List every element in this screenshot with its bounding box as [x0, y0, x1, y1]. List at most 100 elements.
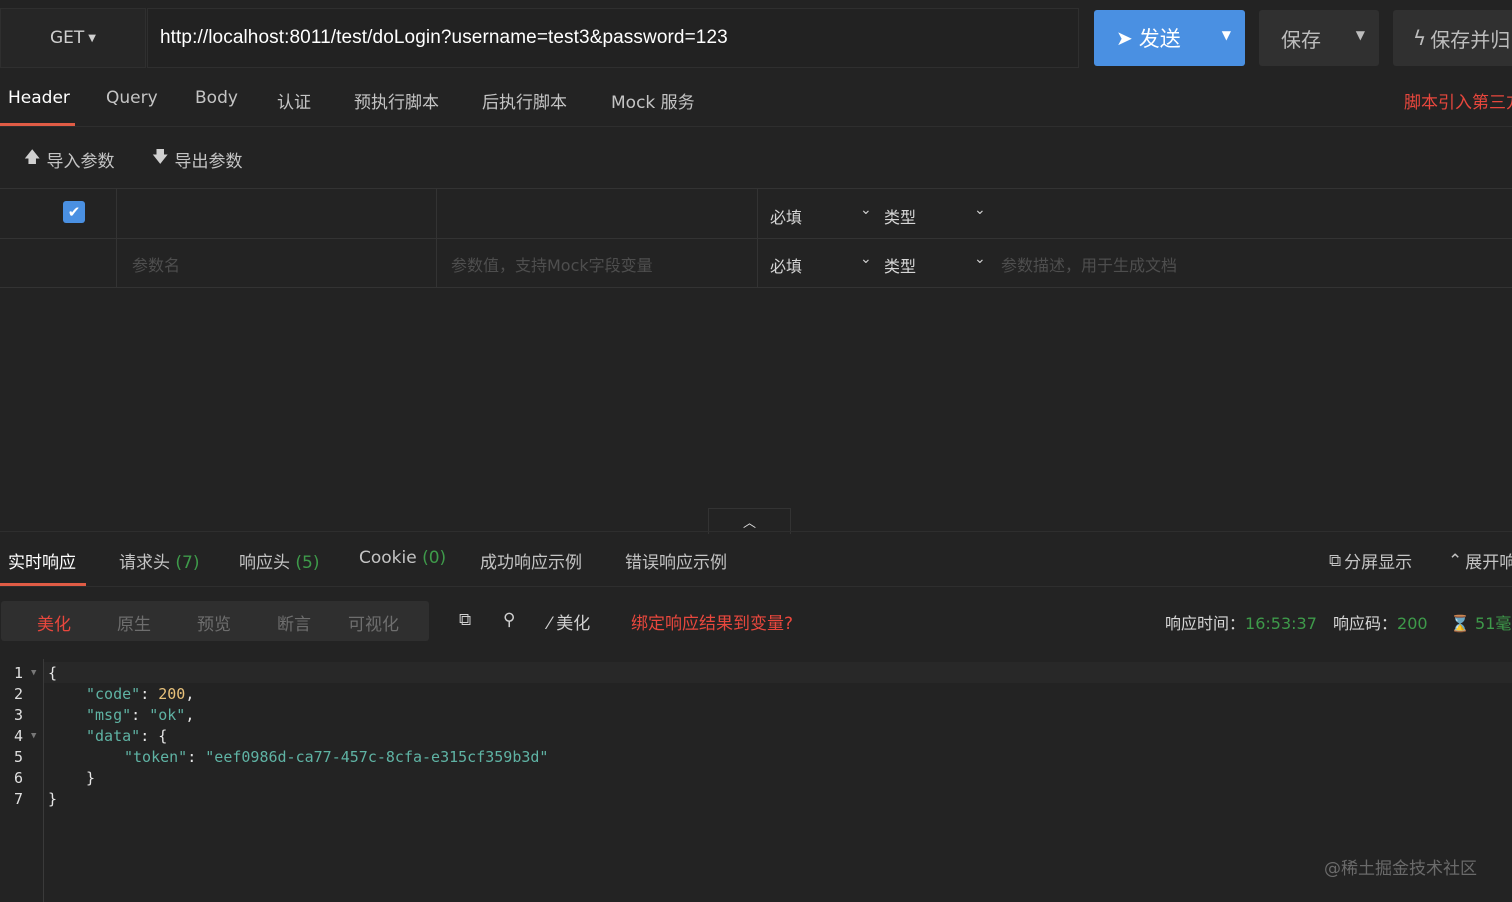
tab-response-headers[interactable]: 响应头 (5)	[239, 548, 320, 573]
code-line: "msg": "ok",	[86, 706, 195, 724]
enable-cell: ✔	[0, 189, 117, 238]
bind-to-variable-link[interactable]: 绑定响应结果到变量?	[631, 609, 793, 634]
tab-cookie[interactable]: Cookie (0)	[359, 548, 446, 568]
response-editor[interactable]: 1 ▼ 2 3 4 ▼ 5 6 7 { "code": 200, "msg": …	[0, 659, 1512, 902]
url-bar: GET ▼ http://localhost:8011/test/doLogin…	[0, 0, 1512, 75]
chevron-down-icon[interactable]: ⌄	[974, 251, 986, 267]
fold-arrow-icon[interactable]: ▼	[31, 731, 36, 741]
save-button[interactable]: 保存 ▼	[1259, 10, 1379, 66]
save-and-return-button[interactable]: ϟ 保存并归	[1393, 10, 1512, 66]
double-chevron-up-icon: ⌃	[1448, 550, 1463, 571]
split-screen-icon: ⧉	[1329, 550, 1342, 571]
json-string: "eef0986d-ca77-457c-8cfa-e315cf359b3d"	[205, 748, 549, 766]
param-value-placeholder: 参数值，支持Mock字段变量	[451, 256, 653, 275]
time-label: 响应时间：	[1165, 614, 1246, 633]
send-dropdown-icon[interactable]: ▼	[1222, 28, 1231, 42]
arrow-up-icon: 🡅	[24, 147, 41, 166]
caret-down-icon: ▼	[88, 32, 96, 44]
tab-mock[interactable]: Mock 服务	[611, 88, 695, 113]
time-value: 16:53:37	[1245, 614, 1317, 633]
line-number: 7	[14, 790, 24, 808]
hourglass-icon: ⌛	[1450, 614, 1470, 633]
bolt-icon: ϟ	[1413, 26, 1427, 50]
table-row: ✔ 必填 ⌄ 类型 ⌄	[0, 189, 1512, 239]
view-beautify[interactable]: 美化	[37, 610, 71, 635]
split-view-button[interactable]: ⧉ 分屏显示	[1329, 548, 1413, 574]
tab-query[interactable]: Query	[106, 88, 158, 108]
param-name-placeholder: 参数名	[132, 256, 181, 275]
json-key: "msg"	[86, 706, 132, 724]
view-preview[interactable]: 预览	[197, 610, 231, 635]
tab-pre-script[interactable]: 预执行脚本	[354, 88, 439, 113]
tab-error-example[interactable]: 错误响应示例	[625, 548, 727, 573]
param-name-input[interactable]	[117, 189, 437, 238]
tab-label: Cookie	[359, 548, 417, 568]
view-raw[interactable]: 原生	[117, 610, 151, 635]
line-number: 3	[14, 706, 24, 724]
arrow-down-icon: 🡇	[152, 147, 169, 166]
chevron-up-icon: ︿	[742, 516, 756, 531]
param-name-input[interactable]: 参数名	[117, 238, 437, 287]
tab-request-headers[interactable]: 请求头 (7)	[119, 548, 200, 573]
watermark: @稀土掘金技术社区	[1324, 859, 1477, 879]
code-line: }	[86, 769, 96, 787]
send-icon: ➤	[1116, 26, 1133, 50]
tab-success-example[interactable]: 成功响应示例	[480, 548, 582, 573]
export-label: 导出参数	[174, 152, 243, 172]
fold-arrow-icon[interactable]: ▼	[31, 668, 36, 678]
count-badge: (0)	[422, 548, 447, 568]
script-import-link[interactable]: 脚本引入第三方	[1404, 88, 1512, 113]
line-number: 1	[14, 664, 24, 682]
view-assert[interactable]: 断言	[277, 610, 311, 635]
send-label: 发送	[1138, 27, 1181, 51]
params-actions: 🡅 导入参数 🡇 导出参数	[0, 128, 1512, 188]
save-dropdown-icon[interactable]: ▼	[1356, 28, 1365, 42]
search-icon[interactable]: ⚲	[503, 610, 515, 630]
method-select[interactable]: GET ▼	[0, 8, 146, 68]
send-button[interactable]: ➤ 发送 ▼	[1094, 10, 1245, 66]
json-string: "ok"	[149, 706, 186, 724]
param-desc-input[interactable]: 参数描述，用于生成文档	[1001, 252, 1177, 276]
code-line: {	[48, 664, 58, 682]
import-label: 导入参数	[46, 152, 115, 172]
split-label: 分屏显示	[1344, 553, 1413, 573]
code-line: }	[48, 790, 58, 808]
count-badge: (5)	[295, 553, 320, 573]
export-params-button[interactable]: 🡇 导出参数	[152, 146, 242, 173]
tab-header[interactable]: Header	[8, 88, 70, 108]
line-number: 4	[14, 727, 24, 745]
tab-post-script[interactable]: 后执行脚本	[482, 88, 567, 113]
import-params-button[interactable]: 🡅 导入参数	[24, 146, 114, 173]
tab-live-response[interactable]: 实时响应	[8, 548, 76, 573]
enable-checkbox[interactable]: ✔	[63, 201, 85, 223]
view-visualize[interactable]: 可视化	[348, 610, 399, 635]
tab-label: 成功响应示例	[480, 553, 582, 573]
beautify-button[interactable]: ⁄ 美化	[548, 609, 590, 634]
type-select[interactable]: 类型	[884, 204, 916, 228]
required-select[interactable]: 必填	[770, 253, 802, 277]
json-key: "data"	[86, 727, 141, 745]
chevron-down-icon[interactable]: ⌄	[860, 202, 872, 218]
chevron-down-icon[interactable]: ⌄	[974, 202, 986, 218]
copy-icon[interactable]: ⧉	[459, 610, 471, 630]
line-number: 5	[14, 748, 24, 766]
response-tabs: 实时响应 请求头 (7) 响应头 (5) Cookie (0) 成功响应示例 错…	[0, 531, 1512, 587]
required-select[interactable]: 必填	[770, 204, 802, 228]
view-mode-switch: 美化 原生 预览 断言 可视化	[1, 601, 429, 641]
param-value-input[interactable]: 参数值，支持Mock字段变量	[437, 238, 758, 287]
expand-response-button[interactable]: ⌃ 展开响	[1448, 548, 1512, 574]
duration: ⌛ 51毫	[1450, 610, 1511, 634]
url-input[interactable]: http://localhost:8011/test/doLogin?usern…	[147, 8, 1079, 68]
chevron-down-icon[interactable]: ⌄	[860, 251, 872, 267]
save-return-label: 保存并归	[1430, 27, 1511, 52]
table-row: 参数名 参数值，支持Mock字段变量 必填 ⌄ 类型 ⌄ 参数描述，用于生成文档	[0, 238, 1512, 288]
param-value-input[interactable]	[437, 189, 758, 238]
tab-body[interactable]: Body	[195, 88, 238, 108]
json-key: "token"	[124, 748, 188, 766]
tab-auth[interactable]: 认证	[277, 88, 311, 113]
active-tab-indicator	[0, 123, 75, 126]
type-select[interactable]: 类型	[884, 253, 916, 277]
response-toolbar: 美化 原生 预览 断言 可视化 ⧉ ⚲ ⁄ 美化 绑定响应结果到变量? 响应时间…	[0, 588, 1512, 656]
response-time: 响应时间：16:53:37	[1165, 610, 1317, 634]
duration-value: 51毫	[1475, 614, 1512, 633]
